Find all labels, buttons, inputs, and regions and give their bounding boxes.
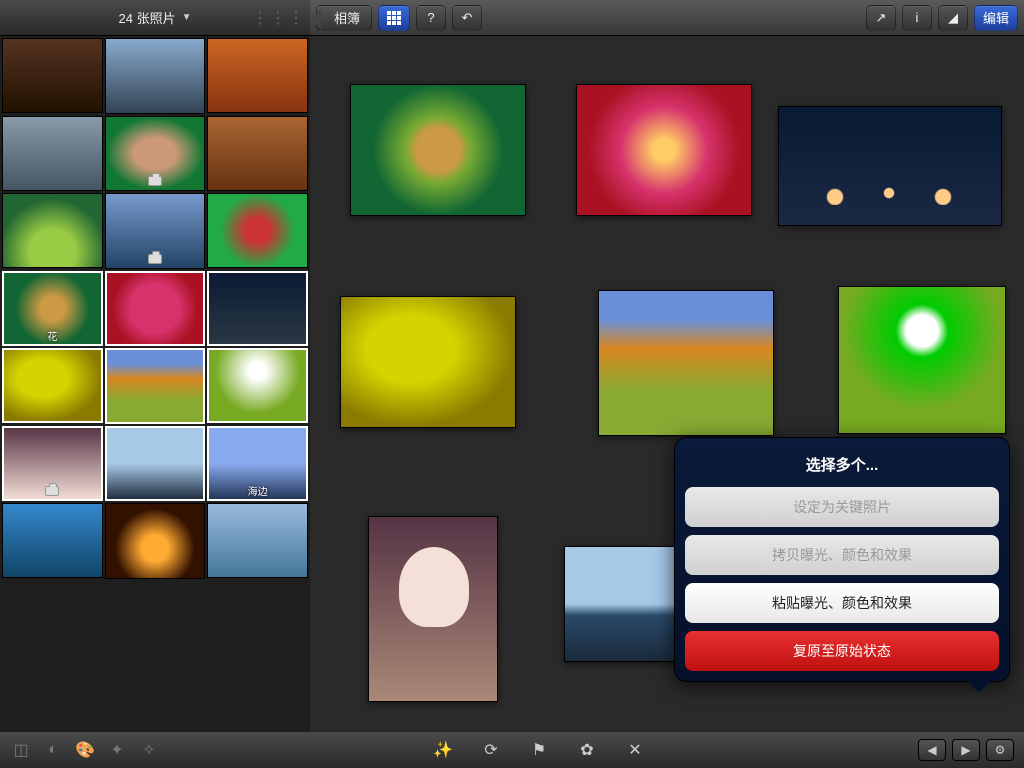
thumbnail[interactable] xyxy=(105,116,206,192)
thumbnail[interactable] xyxy=(105,503,206,579)
gear-icon: ⚙ xyxy=(995,743,1006,757)
next-button[interactable]: ▶ xyxy=(952,739,980,761)
popover-item[interactable]: 粘贴曝光、颜色和效果 xyxy=(685,583,999,623)
thumbnail[interactable] xyxy=(105,38,206,114)
help-button[interactable]: ? xyxy=(416,5,446,31)
dropdown-triangle-icon: ▼ xyxy=(182,12,192,23)
thumbnail[interactable] xyxy=(207,503,308,578)
bottom-toolbar: ◫ ◐ 🎨 ✦ ✧ ✨ ⟳ ⚑ ✿ ✕ ◀ ▶ ⚙ xyxy=(0,732,1024,768)
undo-icon: ↶ xyxy=(462,10,473,26)
back-button-label: 相簿 xyxy=(334,8,360,27)
thumbnail[interactable] xyxy=(105,193,206,269)
photo-portrait[interactable] xyxy=(368,516,498,702)
briefcase-icon xyxy=(148,254,162,264)
edit-button-label: 编辑 xyxy=(983,8,1009,27)
photo-count-label: 24 张照片 xyxy=(119,8,176,27)
adjust-button[interactable]: ◢ xyxy=(938,5,968,31)
thumbnail[interactable] xyxy=(207,348,308,423)
thumbnail[interactable] xyxy=(2,193,103,268)
thumbnail[interactable] xyxy=(2,503,103,578)
grid-view-button[interactable] xyxy=(378,5,410,31)
flag-icon[interactable]: ⚑ xyxy=(528,739,550,761)
thumbnail[interactable] xyxy=(207,38,308,113)
edit-button[interactable]: 编辑 xyxy=(974,5,1018,31)
popover-title: 选择多个... xyxy=(685,448,999,487)
popover-item[interactable]: 复原至原始状态 xyxy=(685,631,999,671)
hide-icon[interactable]: ✕ xyxy=(624,739,646,761)
thumbnail[interactable] xyxy=(207,116,308,191)
sidebar-drag-handle[interactable]: ⋮⋮⋮ xyxy=(252,8,306,28)
popover-item: 拷贝曝光、颜色和效果 xyxy=(685,535,999,575)
thumbnail[interactable] xyxy=(2,38,103,113)
info-button[interactable]: i xyxy=(902,5,932,31)
photo-yellow-flowers[interactable] xyxy=(340,296,516,428)
thumbnail[interactable]: 海边 xyxy=(207,426,308,501)
thumbnail[interactable] xyxy=(2,426,103,501)
thumbnail[interactable] xyxy=(105,426,206,502)
thumbnail[interactable] xyxy=(207,271,308,346)
info-icon: i xyxy=(916,10,919,25)
options-popover: 选择多个... 设定为关键照片拷贝曝光、颜色和效果粘贴曝光、颜色和效果复原至原始… xyxy=(674,437,1010,682)
photo-skyline-night[interactable] xyxy=(778,106,1002,226)
main-toolbar: 相簿 ? ↶ ↗ i ◢ 编辑 xyxy=(310,0,1024,36)
photo-flower-2[interactable] xyxy=(576,84,752,216)
sidebar-header: 24 张照片 ▼ ⋮⋮⋮ xyxy=(0,0,310,36)
prev-button[interactable]: ◀ xyxy=(918,739,946,761)
adjust-icon: ◢ xyxy=(948,10,958,26)
brush-icon[interactable]: ✦ xyxy=(106,739,128,761)
effects-icon[interactable]: ✧ xyxy=(138,739,160,761)
thumbnail[interactable] xyxy=(105,348,206,424)
photo-vase-flowers[interactable] xyxy=(838,286,1006,434)
thumbnail[interactable] xyxy=(207,193,308,268)
favorite-icon[interactable]: ✿ xyxy=(576,739,598,761)
thumbnail-label: 花 xyxy=(3,328,102,343)
thumbnail[interactable]: 花 xyxy=(2,271,103,346)
back-button[interactable]: 相簿 xyxy=(316,5,372,31)
thumbnail[interactable] xyxy=(2,116,103,191)
thumbnail-label: 海边 xyxy=(208,483,307,498)
exposure-icon[interactable]: ◐ xyxy=(42,739,64,761)
briefcase-icon xyxy=(148,176,162,186)
wand-icon[interactable]: ✨ xyxy=(432,739,454,761)
briefcase-icon xyxy=(45,486,59,496)
photo-count-dropdown[interactable]: 24 张照片 ▼ xyxy=(119,8,192,27)
grid-icon xyxy=(387,11,401,25)
thumbnail[interactable] xyxy=(105,271,206,347)
sidebar-thumbnails: 花海边 xyxy=(0,36,310,732)
undo-button[interactable]: ↶ xyxy=(452,5,482,31)
crop-icon[interactable]: ◫ xyxy=(10,739,32,761)
share-button[interactable]: ↗ xyxy=(866,5,896,31)
popover-item: 设定为关键照片 xyxy=(685,487,999,527)
help-icon: ? xyxy=(427,10,434,25)
photo-flower-1[interactable] xyxy=(350,84,526,216)
rotate-icon[interactable]: ⟳ xyxy=(480,739,502,761)
photo-canvas: 选择多个... 设定为关键照片拷贝曝光、颜色和效果粘贴曝光、颜色和效果复原至原始… xyxy=(310,36,1024,732)
settings-button[interactable]: ⚙ xyxy=(986,739,1014,761)
thumbnail[interactable] xyxy=(2,348,103,423)
photo-garden[interactable] xyxy=(598,290,774,436)
share-icon: ↗ xyxy=(876,10,887,26)
palette-icon[interactable]: 🎨 xyxy=(74,739,96,761)
